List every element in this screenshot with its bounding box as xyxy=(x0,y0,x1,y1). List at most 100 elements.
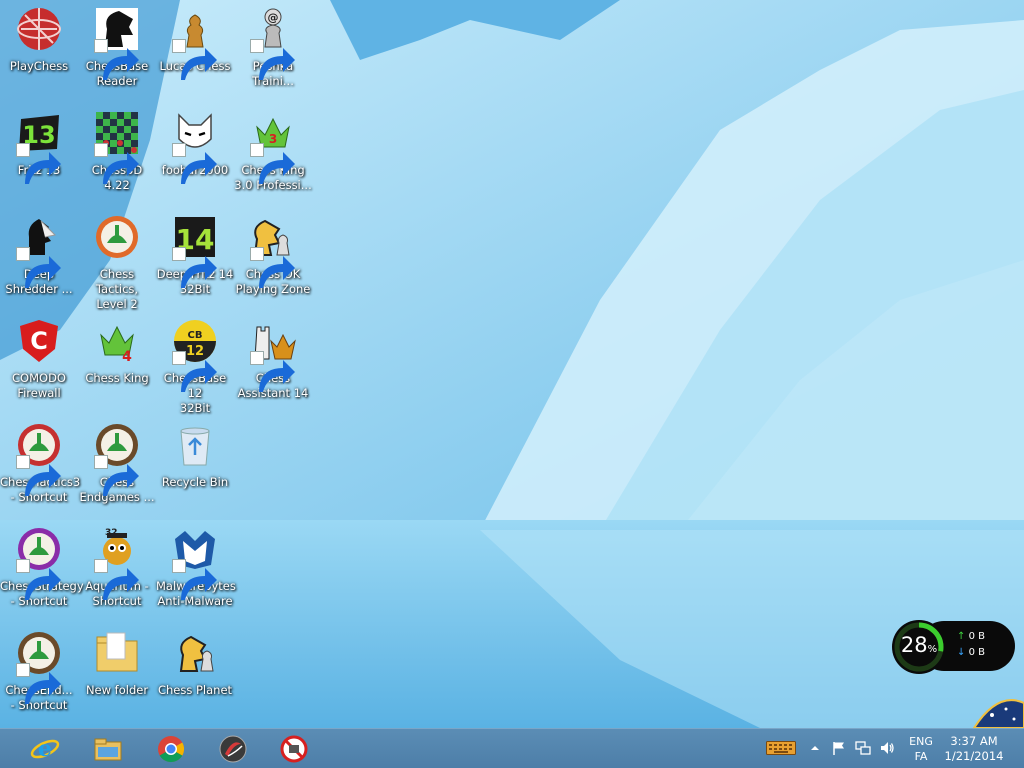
shortcut-overlay xyxy=(250,143,295,184)
svg-text:32: 32 xyxy=(105,528,118,538)
desktop-icon-fritz13[interactable]: 13Fritz 13 xyxy=(0,104,78,208)
desktop-icon-label: PlayChess xyxy=(9,59,69,73)
chrome-icon xyxy=(158,736,185,763)
desktop-icon-chessok[interactable]: Chess OK Playing Zone xyxy=(234,208,312,312)
shortcut-arrow-icon xyxy=(25,672,61,704)
keyboard-layout-code: FA xyxy=(914,750,928,763)
shortcut-arrow-icon xyxy=(181,568,217,600)
chessok-icon xyxy=(248,212,298,288)
action-center-tray[interactable] xyxy=(830,739,848,757)
desktop-icon-label: New folder xyxy=(85,683,149,697)
shortcut-overlay xyxy=(16,247,61,288)
shortcut-arrow-icon xyxy=(181,48,217,80)
chess-assistant-icon xyxy=(248,316,298,392)
desktop-icon-chess-planet[interactable]: Chess Planet xyxy=(156,624,234,728)
taskbar: e ENG FA 3:37 AM 1/21/2014 xyxy=(0,728,1024,768)
network-icon xyxy=(855,741,871,755)
desktop-icon-chess-king[interactable]: 4 Chess King xyxy=(78,312,156,416)
shredder-icon xyxy=(14,212,64,288)
desktop-icon-chess-endgames[interactable]: Chess Endgames ... xyxy=(78,416,156,520)
desktop-icon-label: Chess King xyxy=(85,371,149,385)
shortcut-overlay xyxy=(16,559,61,600)
taskbar-app-swirl[interactable] xyxy=(212,732,254,766)
shortcut-arrow-icon xyxy=(181,152,217,184)
file-explorer-icon xyxy=(94,738,122,761)
desktop-icon-shredder[interactable]: Deep Shredder ... xyxy=(0,208,78,312)
download-rate: ↓ 0 B xyxy=(957,645,985,661)
chess3d-icon xyxy=(92,108,142,184)
folder-icon xyxy=(92,628,142,678)
network-tray[interactable] xyxy=(854,739,872,757)
desktop-icon-chess-assistant[interactable]: Chess Assistant 14 xyxy=(234,312,312,416)
chessbase-reader-icon xyxy=(92,4,142,80)
desktop-icon-chesstactics3[interactable]: ChessTactics3 - Shortcut xyxy=(0,416,80,520)
shortcut-overlay xyxy=(172,351,217,392)
upload-arrow-icon: ↑ xyxy=(957,631,966,642)
deep-fritz14-icon: 14 xyxy=(170,212,220,288)
corner-gadget-icon[interactable] xyxy=(972,695,1024,728)
chess-planet-icon xyxy=(170,628,220,678)
usage-percent-value: 28 xyxy=(900,633,928,657)
upload-rate: ↑ 0 B xyxy=(957,629,985,645)
desktop[interactable]: PlayChess 13Fritz 13Deep Shredder ... C COM… xyxy=(0,0,1024,728)
desktop-icon-chessbase12[interactable]: CB12ChessBase 12 32Bit xyxy=(156,312,234,416)
shortcut-arrow-icon xyxy=(259,360,295,392)
network-rates: ↑ 0 B ↓ 0 B xyxy=(957,629,985,661)
lucas-chess-icon xyxy=(170,4,220,80)
desktop-icon-label: COMODO Firewall xyxy=(12,371,66,400)
download-arrow-icon: ↓ xyxy=(957,647,966,658)
download-rate-value: 0 B xyxy=(968,647,985,658)
shortcut-arrow-icon xyxy=(259,152,295,184)
network-meter-widget[interactable]: 28% ↑ 0 B ↓ 0 B xyxy=(889,617,1017,677)
shortcut-overlay xyxy=(250,247,295,288)
shortcut-arrow-icon xyxy=(103,464,139,496)
input-language-indicator[interactable]: ENG FA xyxy=(906,734,936,764)
show-hidden-icons-button[interactable] xyxy=(806,739,824,757)
desktop-icon-chess-king-pro[interactable]: 3 Chess King 3.0 Professi... xyxy=(234,104,312,208)
shortcut-overlay xyxy=(94,559,139,600)
shortcut-overlay xyxy=(172,559,217,600)
desktop-icon-lucas-chess[interactable]: Lucas Chess xyxy=(156,0,234,104)
internet-explorer-icon: e xyxy=(30,736,60,762)
chess-tactics-icon xyxy=(92,212,142,262)
desktop-icon-chessend[interactable]: ChessEnd... - Shortcut xyxy=(0,624,78,728)
shortcut-arrow-icon xyxy=(103,152,139,184)
desktop-icon-playchess[interactable]: PlayChess xyxy=(0,0,78,104)
taskbar-internet-explorer[interactable]: e xyxy=(24,732,66,766)
taskbar-chrome[interactable] xyxy=(150,732,192,766)
speaker-icon xyxy=(881,742,894,754)
shortcut-arrow-icon xyxy=(259,48,295,80)
svg-text:@: @ xyxy=(268,11,279,24)
shortcut-arrow-icon xyxy=(25,464,61,496)
taskbar-blocked-app[interactable] xyxy=(273,732,315,766)
recycle-bin-icon xyxy=(170,420,220,470)
desktop-icon-recycle-bin[interactable]: Recycle Bin xyxy=(156,416,234,520)
desktop-icon-folder[interactable]: New folder xyxy=(78,624,156,728)
app-swirl-icon xyxy=(219,735,247,763)
desktop-icon-peshka[interactable]: @Peshka Traini... xyxy=(234,0,312,104)
desktop-icon-comodo[interactable]: C COMODO Firewall xyxy=(0,312,78,416)
upload-rate-value: 0 B xyxy=(968,631,985,642)
keyboard-icon xyxy=(766,741,796,755)
desktop-icon-chess-tactics[interactable]: Chess Tactics, Level 2 xyxy=(78,208,156,312)
chess-endgames-icon xyxy=(92,420,142,496)
keyboard-tray-icon[interactable] xyxy=(766,739,796,757)
aquarium-icon: 32 xyxy=(92,524,142,600)
chessend-icon xyxy=(14,628,64,704)
shortcut-overlay xyxy=(16,143,61,184)
desktop-icon-chessbase-reader[interactable]: ChessBase Reader xyxy=(78,0,156,104)
desktop-icon-chess3d[interactable]: Chess3D 4.22 xyxy=(78,104,156,208)
taskbar-file-explorer[interactable] xyxy=(87,732,129,766)
clock[interactable]: 3:37 AM 1/21/2014 xyxy=(942,734,1006,764)
desktop-icon-foobar2000[interactable]: foobar2000 xyxy=(156,104,234,208)
desktop-icon-deep-fritz14[interactable]: 14 Deep Fritz 14 32Bit xyxy=(156,208,234,312)
shortcut-overlay xyxy=(250,351,295,392)
desktop-icon-malwarebytes[interactable]: Malwarebytes Anti-Malware xyxy=(156,520,236,624)
clock-time: 3:37 AM xyxy=(950,734,998,748)
desktop-icon-chessstrategy[interactable]: ChessStrategy - Shortcut xyxy=(0,520,84,624)
volume-tray[interactable] xyxy=(878,739,896,757)
svg-text:e: e xyxy=(38,736,52,762)
desktop-icon-aquarium[interactable]: 32Aquarium - Shortcut xyxy=(78,520,156,624)
svg-text:C: C xyxy=(30,327,48,355)
shortcut-overlay xyxy=(94,143,139,184)
